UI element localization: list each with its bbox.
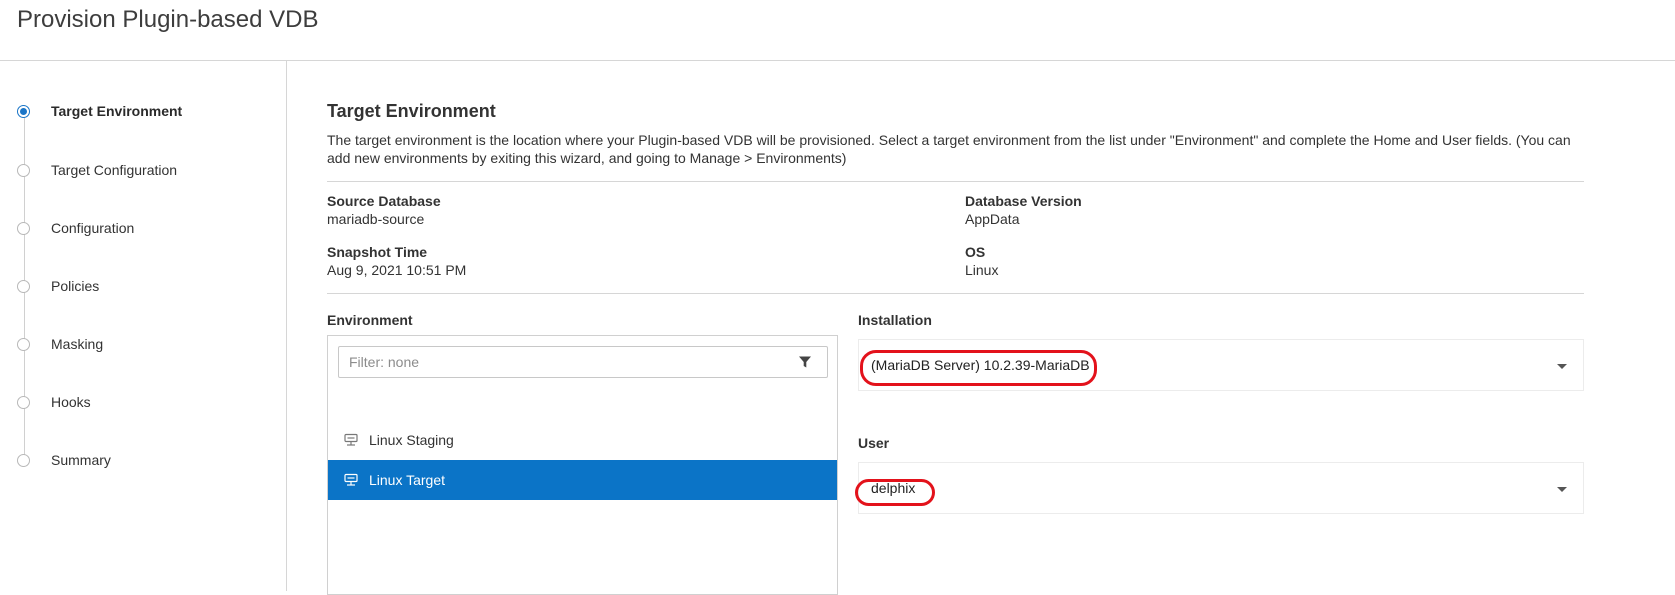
info-divider — [327, 293, 1584, 294]
section-description: The target environment is the location w… — [327, 132, 1571, 166]
step-radio-icon — [17, 104, 30, 118]
server-icon — [344, 433, 358, 446]
os-label: OS — [965, 244, 986, 260]
wizard-step-masking[interactable]: Masking — [17, 334, 103, 354]
step-label: Configuration — [51, 220, 135, 236]
environment-label: Environment — [327, 312, 413, 328]
environment-item-label: Linux Staging — [369, 432, 454, 448]
database-version-label: Database Version — [965, 193, 1082, 209]
user-value: delphix — [871, 480, 916, 496]
environment-item-linux-staging[interactable]: Linux Staging — [328, 420, 837, 460]
step-radio-icon — [17, 337, 30, 351]
snapshot-time-label: Snapshot Time — [327, 244, 428, 260]
step-radio-icon — [17, 163, 30, 177]
user-label: User — [858, 435, 890, 451]
wizard-step-configuration[interactable]: Configuration — [17, 218, 134, 238]
os-value: Linux — [965, 262, 999, 278]
installation-dropdown[interactable]: (MariaDB Server) 10.2.39-MariaDB — [858, 339, 1584, 391]
step-radio-icon — [17, 453, 30, 467]
step-radio-icon — [17, 279, 30, 293]
database-version-value: AppData — [965, 211, 1020, 227]
wizard-step-hooks[interactable]: Hooks — [17, 392, 91, 412]
chevron-down-icon — [1557, 364, 1567, 369]
step-radio-icon — [17, 395, 30, 409]
environment-filter-input[interactable] — [338, 346, 828, 378]
sidebar-divider — [286, 61, 287, 591]
step-label: Hooks — [51, 394, 91, 410]
wizard-step-target-configuration[interactable]: Target Configuration — [17, 160, 177, 180]
wizard-sidebar — [0, 61, 285, 591]
server-icon — [344, 473, 358, 486]
installation-value: (MariaDB Server) 10.2.39-MariaDB — [871, 357, 1090, 373]
environment-item-linux-target[interactable]: Linux Target — [328, 460, 837, 500]
source-database-label: Source Database — [327, 193, 441, 209]
installation-label: Installation — [858, 312, 932, 328]
step-label: Target Configuration — [51, 162, 178, 178]
environment-list: Linux Staging Linux Target — [327, 335, 838, 595]
filter-icon[interactable] — [798, 355, 812, 369]
page-title: Provision Plugin-based VDB — [17, 6, 319, 33]
chevron-down-icon — [1557, 487, 1567, 492]
environment-item-label: Linux Target — [369, 472, 446, 488]
section-heading: Target Environment — [327, 101, 496, 121]
snapshot-time-value: Aug 9, 2021 10:51 PM — [327, 262, 467, 278]
source-database-value: mariadb-source — [327, 211, 425, 227]
step-label: Masking — [51, 336, 104, 352]
section-divider — [327, 181, 1584, 182]
step-radio-icon — [17, 221, 30, 235]
user-dropdown[interactable]: delphix — [858, 462, 1584, 514]
step-label: Summary — [51, 452, 111, 468]
wizard-step-target-environment[interactable]: Target Environment — [17, 101, 182, 121]
step-label: Target Environment — [51, 103, 183, 119]
wizard-step-policies[interactable]: Policies — [17, 276, 99, 296]
wizard-step-summary[interactable]: Summary — [17, 450, 111, 470]
step-label: Policies — [51, 278, 100, 294]
